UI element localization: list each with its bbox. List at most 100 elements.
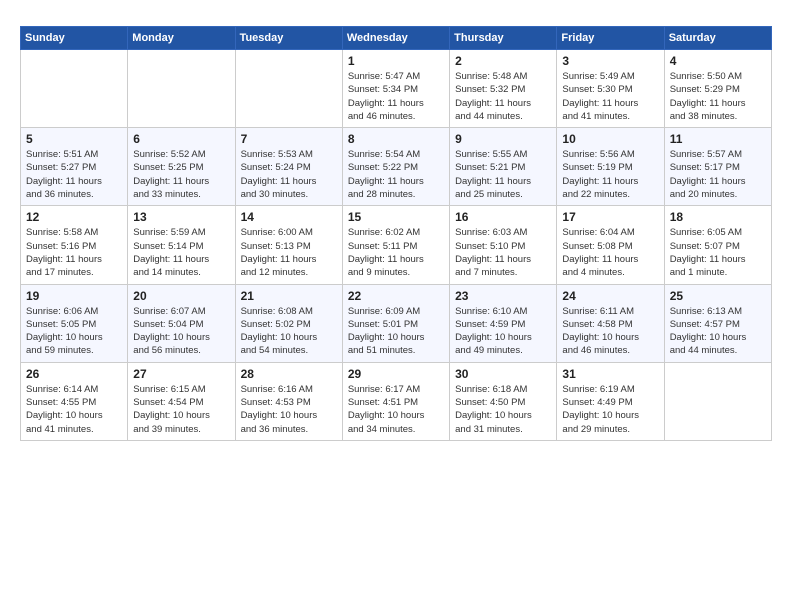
day-info: Sunrise: 6:05 AM Sunset: 5:07 PM Dayligh…: [670, 226, 766, 279]
day-info: Sunrise: 5:55 AM Sunset: 5:21 PM Dayligh…: [455, 148, 551, 201]
day-info: Sunrise: 5:52 AM Sunset: 5:25 PM Dayligh…: [133, 148, 229, 201]
day-cell: 27 Sunrise: 6:15 AM Sunset: 4:54 PM Dayli…: [128, 362, 235, 440]
day-cell: [128, 50, 235, 128]
day-number: 10: [562, 132, 658, 146]
day-number: 24: [562, 289, 658, 303]
day-number: 8: [348, 132, 444, 146]
day-info: Sunrise: 6:11 AM Sunset: 4:58 PM Dayligh…: [562, 305, 658, 358]
day-info: Sunrise: 6:00 AM Sunset: 5:13 PM Dayligh…: [241, 226, 337, 279]
day-number: 28: [241, 367, 337, 381]
day-info: Sunrise: 5:56 AM Sunset: 5:19 PM Dayligh…: [562, 148, 658, 201]
day-number: 12: [26, 210, 122, 224]
day-cell: 2 Sunrise: 5:48 AM Sunset: 5:32 PM Daylig…: [450, 50, 557, 128]
day-info: Sunrise: 5:49 AM Sunset: 5:30 PM Dayligh…: [562, 70, 658, 123]
day-info: Sunrise: 6:13 AM Sunset: 4:57 PM Dayligh…: [670, 305, 766, 358]
day-number: 6: [133, 132, 229, 146]
day-cell: 23Sunrise: 6:10 AM Sunset: 4:59 PM Dayli…: [450, 284, 557, 362]
day-cell: [235, 50, 342, 128]
day-info: Sunrise: 6:17 AM Sunset: 4:51 PM Dayligh…: [348, 383, 444, 436]
day-number: 30: [455, 367, 551, 381]
week-row-2: 5 Sunrise: 5:51 AM Sunset: 5:27 PM Daylig…: [21, 128, 772, 206]
day-cell: 14 Sunrise: 6:00 AM Sunset: 5:13 PM Dayli…: [235, 206, 342, 284]
day-info: Sunrise: 6:07 AM Sunset: 5:04 PM Dayligh…: [133, 305, 229, 358]
day-cell: 5 Sunrise: 5:51 AM Sunset: 5:27 PM Daylig…: [21, 128, 128, 206]
day-info: Sunrise: 6:16 AM Sunset: 4:53 PM Dayligh…: [241, 383, 337, 436]
day-cell: 7 Sunrise: 5:53 AM Sunset: 5:24 PM Daylig…: [235, 128, 342, 206]
weekday-header-saturday: Saturday: [664, 27, 771, 50]
day-cell: 3Sunrise: 5:49 AM Sunset: 5:30 PM Daylig…: [557, 50, 664, 128]
day-info: Sunrise: 5:59 AM Sunset: 5:14 PM Dayligh…: [133, 226, 229, 279]
day-number: 22: [348, 289, 444, 303]
day-info: Sunrise: 5:57 AM Sunset: 5:17 PM Dayligh…: [670, 148, 766, 201]
page: General Blue SundayMondayTuesdayWednesda…: [0, 0, 792, 612]
day-number: 29: [348, 367, 444, 381]
day-info: Sunrise: 6:18 AM Sunset: 4:50 PM Dayligh…: [455, 383, 551, 436]
calendar: SundayMondayTuesdayWednesdayThursdayFrid…: [20, 26, 772, 441]
day-info: Sunrise: 5:50 AM Sunset: 5:29 PM Dayligh…: [670, 70, 766, 123]
day-cell: 25 Sunrise: 6:13 AM Sunset: 4:57 PM Dayli…: [664, 284, 771, 362]
day-cell: 13Sunrise: 5:59 AM Sunset: 5:14 PM Dayli…: [128, 206, 235, 284]
day-cell: 1Sunrise: 5:47 AM Sunset: 5:34 PM Daylig…: [342, 50, 449, 128]
day-cell: 19Sunrise: 6:06 AM Sunset: 5:05 PM Dayli…: [21, 284, 128, 362]
day-info: Sunrise: 5:48 AM Sunset: 5:32 PM Dayligh…: [455, 70, 551, 123]
weekday-header-row: SundayMondayTuesdayWednesdayThursdayFrid…: [21, 27, 772, 50]
day-number: 2: [455, 54, 551, 68]
weekday-header-sunday: Sunday: [21, 27, 128, 50]
day-info: Sunrise: 6:15 AM Sunset: 4:54 PM Dayligh…: [133, 383, 229, 436]
day-number: 15: [348, 210, 444, 224]
day-info: Sunrise: 5:53 AM Sunset: 5:24 PM Dayligh…: [241, 148, 337, 201]
day-cell: 12Sunrise: 5:58 AM Sunset: 5:16 PM Dayli…: [21, 206, 128, 284]
day-info: Sunrise: 6:09 AM Sunset: 5:01 PM Dayligh…: [348, 305, 444, 358]
day-cell: 10 Sunrise: 5:56 AM Sunset: 5:19 PM Dayli…: [557, 128, 664, 206]
weekday-header-monday: Monday: [128, 27, 235, 50]
day-cell: 21 Sunrise: 6:08 AM Sunset: 5:02 PM Dayli…: [235, 284, 342, 362]
day-cell: 28 Sunrise: 6:16 AM Sunset: 4:53 PM Dayli…: [235, 362, 342, 440]
day-cell: 9 Sunrise: 5:55 AM Sunset: 5:21 PM Daylig…: [450, 128, 557, 206]
day-number: 31: [562, 367, 658, 381]
day-number: 17: [562, 210, 658, 224]
day-cell: 17 Sunrise: 6:04 AM Sunset: 5:08 PM Dayli…: [557, 206, 664, 284]
day-number: 25: [670, 289, 766, 303]
day-cell: 15 Sunrise: 6:02 AM Sunset: 5:11 PM Dayli…: [342, 206, 449, 284]
day-info: Sunrise: 5:51 AM Sunset: 5:27 PM Dayligh…: [26, 148, 122, 201]
week-row-1: 1Sunrise: 5:47 AM Sunset: 5:34 PM Daylig…: [21, 50, 772, 128]
day-number: 9: [455, 132, 551, 146]
weekday-header-wednesday: Wednesday: [342, 27, 449, 50]
day-info: Sunrise: 6:04 AM Sunset: 5:08 PM Dayligh…: [562, 226, 658, 279]
day-cell: 30 Sunrise: 6:18 AM Sunset: 4:50 PM Dayli…: [450, 362, 557, 440]
day-cell: 31 Sunrise: 6:19 AM Sunset: 4:49 PM Dayli…: [557, 362, 664, 440]
day-cell: 22 Sunrise: 6:09 AM Sunset: 5:01 PM Dayli…: [342, 284, 449, 362]
day-number: 19: [26, 289, 122, 303]
day-cell: 8 Sunrise: 5:54 AM Sunset: 5:22 PM Daylig…: [342, 128, 449, 206]
day-cell: 6 Sunrise: 5:52 AM Sunset: 5:25 PM Daylig…: [128, 128, 235, 206]
day-number: 11: [670, 132, 766, 146]
day-number: 20: [133, 289, 229, 303]
day-info: Sunrise: 6:02 AM Sunset: 5:11 PM Dayligh…: [348, 226, 444, 279]
day-number: 14: [241, 210, 337, 224]
day-info: Sunrise: 5:54 AM Sunset: 5:22 PM Dayligh…: [348, 148, 444, 201]
day-number: 18: [670, 210, 766, 224]
day-number: 5: [26, 132, 122, 146]
day-cell: 11 Sunrise: 5:57 AM Sunset: 5:17 PM Dayli…: [664, 128, 771, 206]
day-cell: 29 Sunrise: 6:17 AM Sunset: 4:51 PM Dayli…: [342, 362, 449, 440]
day-cell: 24 Sunrise: 6:11 AM Sunset: 4:58 PM Dayli…: [557, 284, 664, 362]
day-info: Sunrise: 6:19 AM Sunset: 4:49 PM Dayligh…: [562, 383, 658, 436]
day-number: 7: [241, 132, 337, 146]
day-info: Sunrise: 6:08 AM Sunset: 5:02 PM Dayligh…: [241, 305, 337, 358]
day-info: Sunrise: 6:03 AM Sunset: 5:10 PM Dayligh…: [455, 226, 551, 279]
week-row-5: 26 Sunrise: 6:14 AM Sunset: 4:55 PM Dayli…: [21, 362, 772, 440]
day-number: 21: [241, 289, 337, 303]
day-cell: [664, 362, 771, 440]
day-cell: 16 Sunrise: 6:03 AM Sunset: 5:10 PM Dayli…: [450, 206, 557, 284]
day-cell: [21, 50, 128, 128]
week-row-4: 19Sunrise: 6:06 AM Sunset: 5:05 PM Dayli…: [21, 284, 772, 362]
weekday-header-friday: Friday: [557, 27, 664, 50]
day-info: Sunrise: 5:47 AM Sunset: 5:34 PM Dayligh…: [348, 70, 444, 123]
day-info: Sunrise: 6:14 AM Sunset: 4:55 PM Dayligh…: [26, 383, 122, 436]
day-number: 26: [26, 367, 122, 381]
weekday-header-tuesday: Tuesday: [235, 27, 342, 50]
day-cell: 20 Sunrise: 6:07 AM Sunset: 5:04 PM Dayli…: [128, 284, 235, 362]
day-number: 27: [133, 367, 229, 381]
day-number: 16: [455, 210, 551, 224]
day-number: 23: [455, 289, 551, 303]
